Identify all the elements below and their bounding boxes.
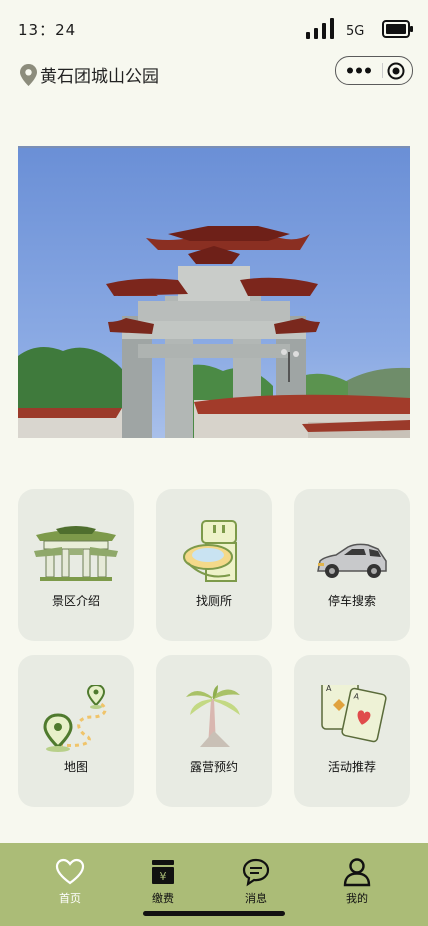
tile-label: 景区介绍	[51, 594, 100, 608]
tab-messages[interactable]: 消息	[221, 857, 291, 909]
location-title: 黄石团城山公园	[40, 67, 159, 87]
tab-payment[interactable]: ¥ 缴费	[128, 857, 198, 909]
playing-cards-icon: A A	[321, 685, 387, 743]
signal-icon	[306, 18, 334, 39]
tab-label: 消息	[245, 892, 267, 905]
toilet-icon	[183, 520, 237, 582]
close-target-icon[interactable]	[387, 62, 405, 80]
heart-icon	[55, 858, 85, 885]
tile-label: 露营预约	[189, 760, 238, 774]
tile-camping-booking[interactable]: 露营预约	[156, 655, 272, 807]
tab-label: 首页	[59, 892, 81, 905]
tile-scenic-intro[interactable]: 景区介绍	[18, 489, 134, 641]
map-route-icon	[43, 685, 107, 752]
tab-label: 缴费	[152, 892, 174, 905]
archway-icon	[34, 526, 118, 581]
tile-label: 找厕所	[195, 594, 232, 608]
tab-home[interactable]: 首页	[35, 857, 105, 909]
tile-map[interactable]: 地图	[18, 655, 134, 807]
park-gate-photo	[18, 146, 410, 438]
person-icon	[343, 858, 371, 887]
tab-label: 我的	[346, 892, 368, 905]
svg-text:¥: ¥	[160, 870, 167, 883]
tile-activity-recommend[interactable]: A A 活动推荐	[294, 655, 410, 807]
tile-label: 停车搜索	[327, 594, 376, 608]
tile-label: 地图	[63, 760, 88, 774]
home-indicator[interactable]	[143, 911, 285, 916]
mini-program-capsule	[335, 56, 413, 85]
chat-bubble-icon	[242, 858, 270, 887]
svg-text:A: A	[326, 685, 332, 693]
tile-label: 活动推荐	[327, 760, 376, 774]
battery-icon	[382, 20, 413, 38]
capsule-divider	[382, 63, 383, 78]
car-icon	[317, 543, 387, 578]
palm-tree-icon	[186, 685, 240, 747]
more-options-icon[interactable]	[346, 63, 372, 78]
feature-grid: 景区介绍 找厕所 停车搜索 地图 露营预约 A A 活动推荐	[18, 489, 410, 809]
network-type: 5G	[346, 24, 365, 39]
tile-find-toilet[interactable]: 找厕所	[156, 489, 272, 641]
location-pin-icon	[20, 64, 37, 86]
payment-box-icon: ¥	[152, 860, 174, 884]
tab-profile[interactable]: 我的	[322, 857, 392, 909]
status-time: 13：24	[18, 21, 77, 39]
status-bar: 13：24 5G	[0, 0, 428, 56]
header: 黄石团城山公园	[0, 56, 428, 92]
tile-parking-search[interactable]: 停车搜索	[294, 489, 410, 641]
